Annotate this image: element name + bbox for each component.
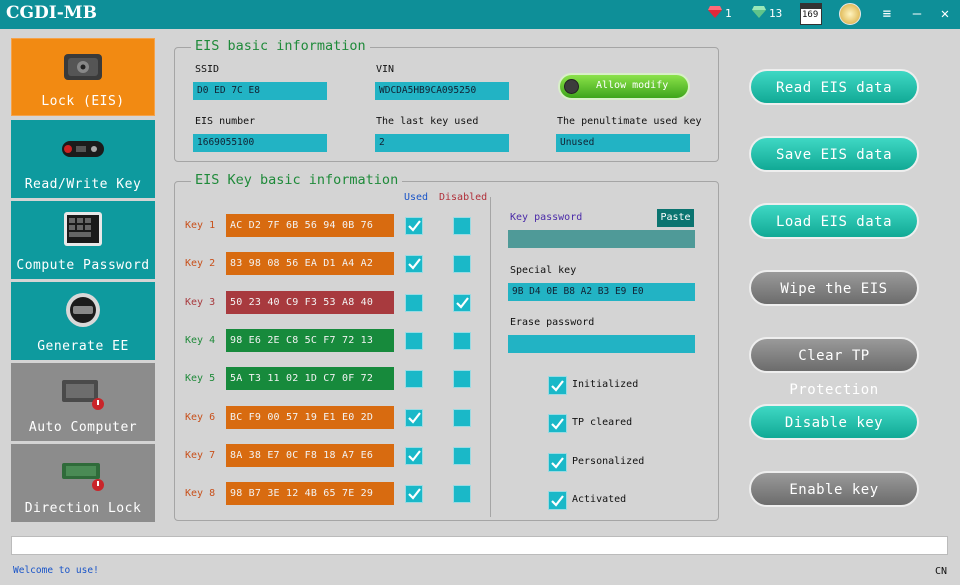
app-title: CGDI-MB xyxy=(6,3,97,23)
key-label: Key 6 xyxy=(185,412,216,423)
language-indicator[interactable]: CN xyxy=(935,566,947,577)
green-gem-icon xyxy=(752,6,766,21)
key-disabled-checkbox[interactable] xyxy=(453,409,471,427)
key-used-checkbox[interactable] xyxy=(405,332,423,350)
special-key-field[interactable]: 9B D4 0E B8 A2 B3 E9 E0 xyxy=(508,283,695,301)
key-disabled-checkbox[interactable] xyxy=(453,370,471,388)
flag-checkbox[interactable] xyxy=(548,452,567,472)
nav-compute-password[interactable]: Compute Password xyxy=(11,201,155,279)
medal-icon[interactable] xyxy=(839,3,861,25)
special-key-label: Special key xyxy=(510,265,577,276)
key-value-bar[interactable]: BC F9 00 57 19 E1 E0 2D xyxy=(226,406,394,429)
flag-label: TP cleared xyxy=(572,417,633,429)
disable-key-button[interactable]: Disable key xyxy=(749,404,919,440)
progress-bar xyxy=(11,536,948,555)
flag-label: Personalized xyxy=(572,455,645,467)
green-gem-counter: 13 xyxy=(752,6,782,21)
penultimate-key-label: The penultimate used key xyxy=(557,116,702,127)
key-value-bar[interactable]: 5A T3 11 02 1D C7 0F 72 xyxy=(226,367,394,390)
key-label: Key 1 xyxy=(185,220,216,231)
flag-checkbox[interactable] xyxy=(548,414,567,434)
paste-button[interactable]: Paste xyxy=(657,209,694,227)
key-label: Key 3 xyxy=(185,297,216,308)
key-disabled-checkbox[interactable] xyxy=(453,217,471,235)
save-eis-button[interactable]: Save EIS data xyxy=(749,136,919,172)
eis-number-field[interactable]: 1669055100 xyxy=(193,134,327,152)
enable-key-button[interactable]: Enable key xyxy=(749,471,919,507)
erase-password-field[interactable] xyxy=(508,335,695,353)
menu-icon[interactable]: ≡ xyxy=(876,2,898,26)
key-label: Key 5 xyxy=(185,373,216,384)
flag-label: Activated xyxy=(572,493,627,505)
welcome-message: Welcome to use! xyxy=(13,565,99,576)
steering-lock-icon xyxy=(56,453,110,491)
nav-read-write-key[interactable]: Read/Write Key xyxy=(11,120,155,198)
last-key-label: The last key used xyxy=(376,116,479,127)
flag-label: Initialized xyxy=(572,379,639,390)
calendar-icon: 169 xyxy=(800,3,822,25)
minimize-icon[interactable]: – xyxy=(906,2,928,26)
key-label: Key 8 xyxy=(185,488,216,499)
wipe-eis-button[interactable]: Wipe the EIS xyxy=(749,270,919,306)
nav-lock-eis[interactable]: Lock (EIS) xyxy=(11,38,155,116)
erase-password-label: Erase password xyxy=(510,317,595,328)
last-key-field[interactable]: 2 xyxy=(375,134,509,152)
red-gem-icon xyxy=(708,6,722,21)
penultimate-key-field[interactable]: Unused xyxy=(556,134,690,152)
load-eis-button[interactable]: Load EIS data xyxy=(749,203,919,239)
key-label: Key 4 xyxy=(185,335,216,346)
key-disabled-checkbox[interactable] xyxy=(453,255,471,273)
key-used-checkbox[interactable] xyxy=(405,409,423,427)
key-info-divider xyxy=(490,197,491,517)
key-used-checkbox[interactable] xyxy=(405,255,423,273)
key-used-checkbox[interactable] xyxy=(405,294,423,312)
key-value-bar[interactable]: 8A 38 E7 0C F8 18 A7 E6 xyxy=(226,444,394,467)
nav-generate-ee[interactable]: Generate EE xyxy=(11,282,155,360)
key-value-bar[interactable]: 98 B7 3E 12 4B 65 7E 29 xyxy=(226,482,394,505)
key-disabled-checkbox[interactable] xyxy=(453,332,471,350)
key-label: Key 7 xyxy=(185,450,216,461)
key-value-bar[interactable]: AC D2 7F 6B 56 94 0B 76 xyxy=(226,214,394,237)
key-value-bar[interactable]: 83 98 08 56 EA D1 A4 A2 xyxy=(226,252,394,275)
title-bar: CGDI-MB 1 13 169 ≡ – ✕ xyxy=(0,0,960,29)
key-used-checkbox[interactable] xyxy=(405,447,423,465)
key-disabled-checkbox[interactable] xyxy=(453,447,471,465)
nav-auto-computer[interactable]: Auto Computer xyxy=(11,363,155,441)
key-password-field[interactable] xyxy=(508,230,695,248)
eis-info-title: EIS basic information xyxy=(191,38,370,54)
calendar-counter: 169 xyxy=(800,3,822,25)
ecu-icon xyxy=(56,372,110,410)
nav-direction-lock[interactable]: Direction Lock xyxy=(11,444,155,522)
disabled-header: Disabled xyxy=(439,192,488,203)
key-disabled-checkbox[interactable] xyxy=(453,485,471,503)
vin-field[interactable]: WDCDA5HB9CA095250 xyxy=(375,82,509,100)
toggle-knob xyxy=(564,79,579,94)
eis-number-label: EIS number xyxy=(195,116,256,127)
car-key-icon xyxy=(56,129,110,167)
ssid-label: SSID xyxy=(195,64,220,75)
key-label: Key 2 xyxy=(185,258,216,269)
flag-checkbox[interactable] xyxy=(548,490,567,510)
key-used-checkbox[interactable] xyxy=(405,217,423,235)
close-icon[interactable]: ✕ xyxy=(934,2,956,26)
key-disabled-checkbox[interactable] xyxy=(453,294,471,312)
key-used-checkbox[interactable] xyxy=(405,370,423,388)
keyboard-icon xyxy=(56,210,110,248)
ssid-field[interactable]: D0 ED 7C E8 xyxy=(193,82,327,100)
read-eis-button[interactable]: Read EIS data xyxy=(749,69,919,105)
vin-label: VIN xyxy=(376,64,395,75)
key-used-checkbox[interactable] xyxy=(405,485,423,503)
clear-tp-button[interactable]: Clear TP Protection xyxy=(749,337,919,398)
allow-modify-toggle[interactable]: Allow modify xyxy=(558,73,690,100)
lock-icon xyxy=(56,48,110,86)
key-password-label: Key password xyxy=(510,212,583,223)
used-header: Used xyxy=(404,192,429,203)
red-gem-counter: 1 xyxy=(708,6,732,21)
key-value-bar[interactable]: 50 23 40 C9 F3 53 A8 40 xyxy=(226,291,394,314)
flag-checkbox[interactable] xyxy=(548,376,567,395)
key-value-bar[interactable]: 98 E6 2E C8 5C F7 72 13 xyxy=(226,329,394,352)
ignition-icon xyxy=(56,291,110,329)
key-info-title: EIS Key basic information xyxy=(191,172,403,188)
